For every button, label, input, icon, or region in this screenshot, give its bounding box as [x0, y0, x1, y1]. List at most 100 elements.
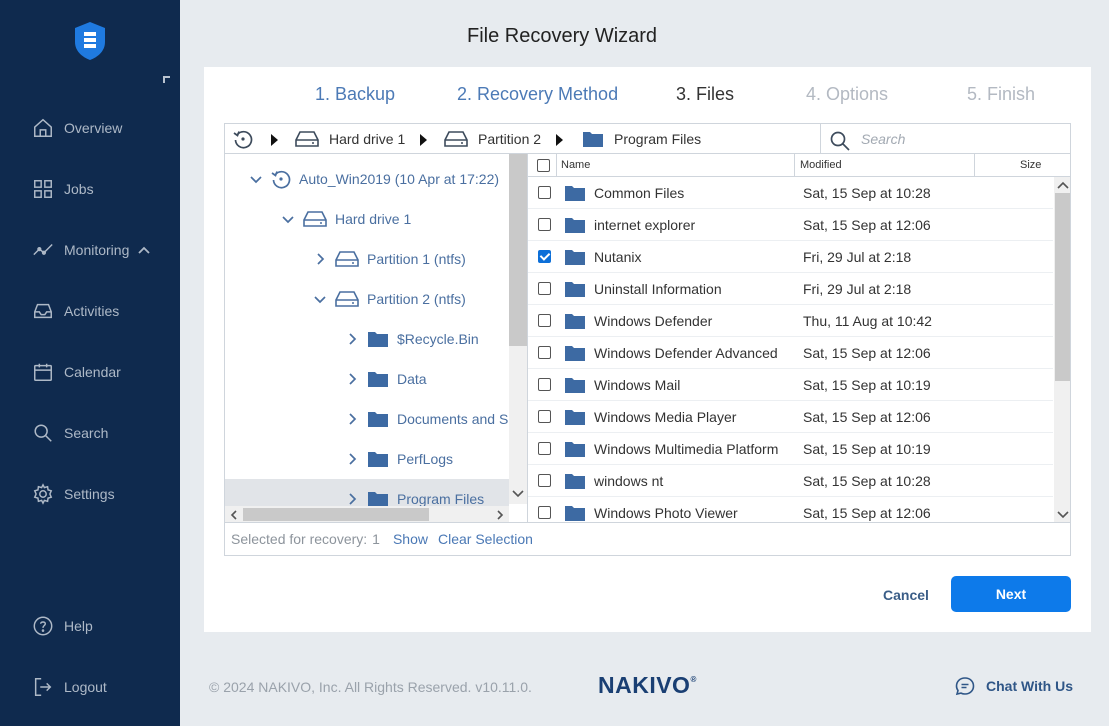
scrollbar-thumb[interactable]	[1055, 193, 1070, 381]
file-modified: Sat, 15 Sep at 10:19	[803, 376, 931, 393]
sidebar-collapse-icon[interactable]	[163, 76, 170, 83]
next-button[interactable]: Next	[951, 576, 1071, 612]
table-row[interactable]: Windows Media Player Sat, 15 Sep at 12:0…	[528, 401, 1053, 433]
file-list: Name Modified Size Common Files Sat, 15 …	[527, 154, 1071, 523]
breadcrumb-current-folder[interactable]: Program Files	[582, 130, 701, 148]
sidebar-item-activities[interactable]: Activities	[0, 293, 180, 329]
sidebar-item-help[interactable]: Help	[0, 608, 180, 644]
row-checkbox[interactable]	[537, 474, 551, 487]
chevron-right-icon[interactable]	[345, 492, 359, 506]
step-recovery-method[interactable]: 2. Recovery Method	[457, 84, 618, 105]
breadcrumb-hard-drive[interactable]: Hard drive 1	[295, 130, 405, 148]
cancel-button[interactable]: Cancel	[872, 584, 940, 606]
row-checkbox[interactable]	[537, 186, 551, 199]
scroll-up-icon[interactable]	[1057, 181, 1069, 189]
column-modified[interactable]: Modified	[800, 154, 842, 177]
tree-vertical-scrollbar[interactable]	[509, 154, 527, 504]
sidebar-item-search[interactable]: Search	[0, 415, 180, 451]
search-input[interactable]	[861, 129, 1061, 149]
step-options: 4. Options	[806, 84, 889, 104]
sidebar-item-logout[interactable]: Logout	[0, 669, 180, 705]
chart-line-icon	[31, 238, 55, 262]
clear-selection-link[interactable]: Clear Selection	[438, 531, 533, 547]
search-icon	[830, 131, 850, 151]
sidebar-item-jobs[interactable]: Jobs	[0, 171, 180, 207]
sidebar-item-monitoring[interactable]: Monitoring	[0, 232, 180, 268]
table-row[interactable]: Windows Multimedia Platform Sat, 15 Sep …	[528, 433, 1053, 465]
chat-with-us-button[interactable]: Chat With Us	[955, 676, 1073, 696]
file-name: internet explorer	[594, 216, 696, 233]
folder-icon	[367, 450, 389, 468]
refresh-icon[interactable]	[233, 129, 253, 149]
table-row[interactable]: internet explorer Sat, 15 Sep at 12:06	[528, 209, 1053, 241]
chevron-down-icon[interactable]	[281, 212, 295, 226]
chevron-down-icon[interactable]	[313, 292, 327, 306]
calendar-icon	[31, 360, 55, 384]
breadcrumb-partition[interactable]: Partition 2	[444, 130, 541, 148]
row-checkbox[interactable]	[537, 282, 551, 295]
sidebar-item-settings[interactable]: Settings	[0, 476, 180, 512]
file-modified: Thu, 11 Aug at 10:42	[803, 312, 932, 329]
file-name: Windows Photo Viewer	[594, 504, 738, 521]
sidebar-item-overview[interactable]: Overview	[0, 110, 180, 146]
row-checkbox[interactable]	[537, 250, 551, 263]
row-checkbox[interactable]	[537, 346, 551, 359]
tree-item-restore-point[interactable]: Auto_Win2019 (10 Apr at 17:22)	[225, 159, 509, 199]
file-name: windows nt	[594, 472, 664, 489]
scroll-right-icon[interactable]	[496, 510, 504, 520]
row-checkbox[interactable]	[537, 410, 551, 423]
select-all-checkbox[interactable]	[537, 159, 550, 172]
row-checkbox[interactable]	[537, 314, 551, 327]
row-checkbox[interactable]	[537, 378, 551, 391]
row-checkbox[interactable]	[537, 506, 551, 519]
help-icon	[31, 614, 55, 638]
tree-item-folder[interactable]: $Recycle.Bin	[225, 319, 509, 359]
folder-icon	[583, 132, 603, 147]
tree-item-folder[interactable]: Data	[225, 359, 509, 399]
sidebar-item-label: Calendar	[64, 364, 121, 380]
table-row[interactable]: Uninstall Information Fri, 29 Jul at 2:1…	[528, 273, 1053, 305]
row-checkbox[interactable]	[537, 218, 551, 231]
scrollbar-thumb[interactable]	[509, 154, 527, 346]
file-modified: Sat, 15 Sep at 12:06	[803, 216, 931, 233]
table-row[interactable]: Nutanix Fri, 29 Jul at 2:18	[528, 241, 1053, 273]
scroll-down-icon[interactable]	[512, 490, 524, 498]
chevron-right-icon[interactable]	[345, 372, 359, 386]
breadcrumb: Hard drive 1 Partition 2 Program Files	[224, 123, 1071, 154]
sidebar-item-label: Settings	[64, 486, 115, 502]
tree-item-hard-drive[interactable]: Hard drive 1	[225, 199, 509, 239]
scrollbar-thumb[interactable]	[243, 508, 429, 521]
chevron-right-icon[interactable]	[345, 332, 359, 346]
selection-label: Selected for recovery:	[231, 531, 368, 547]
step-backup[interactable]: 1. Backup	[315, 84, 395, 105]
show-selection-link[interactable]: Show	[393, 531, 428, 547]
table-row[interactable]: windows nt Sat, 15 Sep at 10:28	[528, 465, 1053, 497]
tree-item-folder[interactable]: Documents and S	[225, 399, 509, 439]
tree-item-partition-1[interactable]: Partition 1 (ntfs)	[225, 239, 509, 279]
file-modified: Sat, 15 Sep at 10:19	[803, 440, 931, 457]
file-modified: Sat, 15 Sep at 10:28	[803, 184, 931, 201]
chevron-right-icon[interactable]	[345, 452, 359, 466]
column-size[interactable]: Size	[1020, 154, 1041, 177]
table-row[interactable]: Common Files Sat, 15 Sep at 10:28	[528, 177, 1053, 209]
table-row[interactable]: Windows Defender Advanced Sat, 15 Sep at…	[528, 337, 1053, 369]
table-row[interactable]: Windows Mail Sat, 15 Sep at 10:19	[528, 369, 1053, 401]
list-vertical-scrollbar[interactable]	[1054, 177, 1070, 522]
scroll-left-icon[interactable]	[230, 510, 238, 520]
chevron-right-icon[interactable]	[313, 252, 327, 266]
table-row[interactable]: Windows Photo Viewer Sat, 15 Sep at 12:0…	[528, 497, 1053, 522]
search-field	[820, 124, 1071, 153]
chevron-up-icon[interactable]	[137, 243, 151, 257]
app-logo-icon[interactable]	[72, 20, 108, 62]
scroll-down-icon[interactable]	[1057, 511, 1069, 519]
chevron-down-icon[interactable]	[249, 172, 263, 186]
tree-horizontal-scrollbar[interactable]	[225, 506, 509, 522]
chevron-right-icon[interactable]	[345, 412, 359, 426]
tree-item-partition-2[interactable]: Partition 2 (ntfs)	[225, 279, 509, 319]
sidebar-item-calendar[interactable]: Calendar	[0, 354, 180, 390]
column-name[interactable]: Name	[561, 154, 590, 177]
row-checkbox[interactable]	[537, 442, 551, 455]
table-row[interactable]: Windows Defender Thu, 11 Aug at 10:42	[528, 305, 1053, 337]
tree-item-folder[interactable]: PerfLogs	[225, 439, 509, 479]
step-files: 3. Files	[676, 84, 735, 104]
